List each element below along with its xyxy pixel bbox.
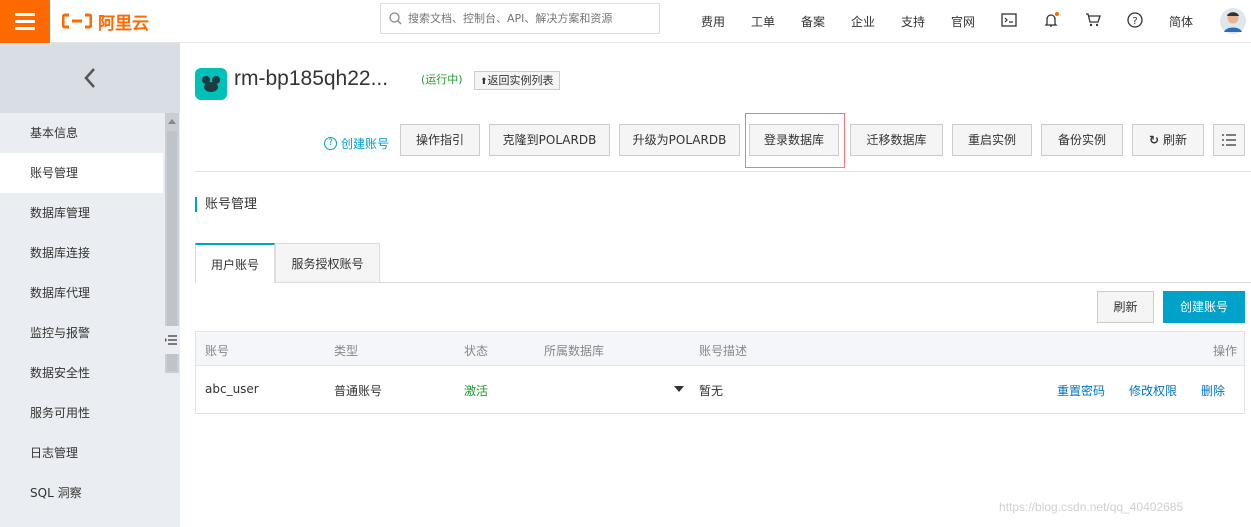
table-header: 账号 类型 状态 所属数据库 账号描述 操作 <box>196 332 1244 366</box>
refresh-instance-button[interactable]: ↻ 刷新 <box>1132 124 1204 156</box>
cell-status: 激活 <box>464 384 489 398</box>
guide-button[interactable]: 操作指引 <box>400 124 480 156</box>
top-bar: 阿里云 费用 工单 备案 企业 支持 官网 ? 简体 <box>0 0 1251 43</box>
top-nav: 费用 工单 备案 企业 支持 官网 ? 简体 <box>0 0 1251 43</box>
section-title: 账号管理 <box>195 197 257 212</box>
cell-account: abc_user <box>205 382 259 396</box>
refresh-accounts-button[interactable]: 刷新 <box>1097 291 1154 323</box>
watermark: https://blog.csdn.net/qq_40402685 <box>999 500 1184 514</box>
main-content: rm-bp185qh22... (运行中) ⬆返回实例列表 ? 创建账号 操作指… <box>180 43 1251 527</box>
restart-instance-button[interactable]: 重启实例 <box>952 124 1032 156</box>
nav-billing[interactable]: 费用 <box>701 13 725 30</box>
sidebar-item-availability[interactable]: 服务可用性 <box>0 393 163 433</box>
nav-icp[interactable]: 备案 <box>801 13 825 30</box>
sidebar-item-account-management[interactable]: 账号管理 <box>0 153 163 193</box>
sidebar-item-database-connection[interactable]: 数据库连接 <box>0 233 163 273</box>
caret-down-icon <box>674 386 684 392</box>
more-options-button[interactable] <box>1213 124 1245 156</box>
help-circle-icon: ? <box>324 137 337 150</box>
bell-icon[interactable] <box>1043 11 1061 32</box>
sidebar-item-sql-insight[interactable]: SQL 洞察 <box>0 473 163 513</box>
svg-text:?: ? <box>1132 16 1137 27</box>
sidebar-list-toggle-icon[interactable] <box>165 326 179 354</box>
sidebar-item-logs[interactable]: 日志管理 <box>0 433 163 473</box>
sidebar: 基本信息 账号管理 数据库管理 数据库连接 数据库代理 监控与报警 数据安全性 … <box>0 43 180 527</box>
sidebar-menu: 基本信息 账号管理 数据库管理 数据库连接 数据库代理 监控与报警 数据安全性 … <box>0 113 163 513</box>
delete-link[interactable]: 删除 <box>1201 382 1225 399</box>
cell-description: 暂无 <box>699 384 724 398</box>
list-icon <box>1222 134 1236 146</box>
back-to-list-button[interactable]: ⬆返回实例列表 <box>474 71 560 90</box>
nav-official-site[interactable]: 官网 <box>951 13 975 30</box>
sidebar-item-monitoring[interactable]: 监控与报警 <box>0 313 163 353</box>
sidebar-collapse-button[interactable] <box>0 43 180 113</box>
clone-to-polardb-button[interactable]: 克隆到POLARDB <box>489 124 610 156</box>
upgrade-to-polardb-button[interactable]: 升级为POLARDB <box>619 124 740 156</box>
col-type: 类型 <box>334 344 359 358</box>
create-account-link-label: 创建账号 <box>341 137 390 151</box>
create-account-link[interactable]: ? 创建账号 <box>324 135 389 152</box>
scroll-up-arrow-icon[interactable] <box>168 118 176 124</box>
col-account: 账号 <box>205 344 230 358</box>
sidebar-item-security[interactable]: 数据安全性 <box>0 353 163 393</box>
database-dropdown[interactable] <box>544 382 684 396</box>
language-switch[interactable]: 简体 <box>1169 13 1193 30</box>
sidebar-item-database-proxy[interactable]: 数据库代理 <box>0 273 163 313</box>
instance-name: rm-bp185qh22... <box>234 67 389 90</box>
col-status: 状态 <box>464 344 489 358</box>
col-description: 账号描述 <box>699 344 748 358</box>
rds-instance-icon <box>195 68 227 100</box>
col-actions: 操作 <box>1213 344 1238 358</box>
sidebar-item-basic-info[interactable]: 基本信息 <box>0 113 163 153</box>
chevron-left-icon <box>84 68 95 88</box>
refresh-icon: ↻ <box>1149 133 1160 147</box>
back-to-list-label: 返回实例列表 <box>487 74 554 87</box>
create-account-button[interactable]: 创建账号 <box>1163 291 1245 323</box>
backup-instance-button[interactable]: 备份实例 <box>1041 124 1123 156</box>
accounts-table: 账号 类型 状态 所属数据库 账号描述 操作 abc_user 普通账号 激活 … <box>195 331 1245 414</box>
tab-user-accounts[interactable]: 用户账号 <box>195 243 275 283</box>
instance-status: (运行中) <box>421 73 463 86</box>
cell-type: 普通账号 <box>334 384 383 398</box>
nav-ticket[interactable]: 工单 <box>751 13 775 30</box>
avatar[interactable] <box>1219 7 1247 38</box>
migrate-database-button[interactable]: 迁移数据库 <box>850 124 943 156</box>
modify-permissions-link[interactable]: 修改权限 <box>1129 382 1177 399</box>
sidebar-item-database-management[interactable]: 数据库管理 <box>0 193 163 233</box>
nav-support[interactable]: 支持 <box>901 13 925 30</box>
divider <box>195 171 1251 172</box>
reset-password-link[interactable]: 重置密码 <box>1057 382 1105 399</box>
tab-service-accounts[interactable]: 服务授权账号 <box>275 243 380 283</box>
nav-enterprise[interactable]: 企业 <box>851 13 875 30</box>
tab-underline <box>195 282 1251 283</box>
terminal-icon[interactable] <box>1001 13 1017 30</box>
highlight-box <box>745 113 845 168</box>
refresh-instance-label: 刷新 <box>1162 133 1187 147</box>
col-database: 所属数据库 <box>544 344 605 358</box>
help-icon[interactable]: ? <box>1127 12 1143 31</box>
cart-icon[interactable] <box>1085 12 1101 31</box>
up-arrow-icon: ⬆ <box>480 77 488 87</box>
